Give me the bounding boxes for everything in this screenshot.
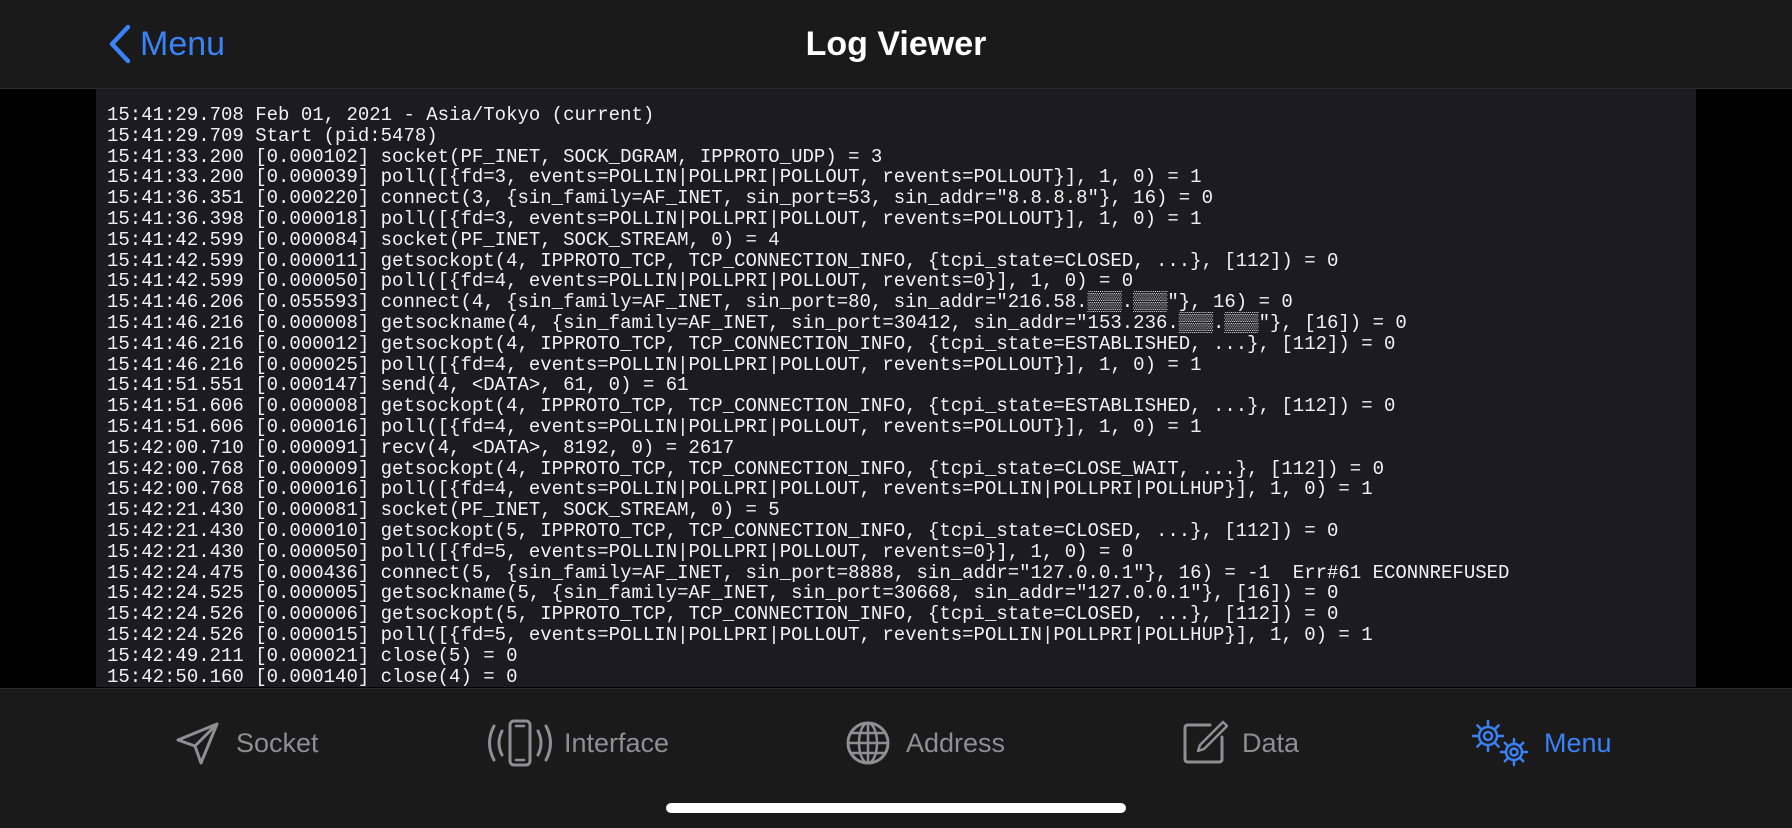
log-line: 15:41:29.708 Feb 01, 2021 - Asia/Tokyo (… — [107, 104, 655, 126]
tab-label: Data — [1242, 727, 1300, 758]
log-line: 15:42:49.211 [0.000021] close(5) = 0 — [107, 644, 518, 667]
back-button[interactable]: Menu — [108, 18, 225, 70]
log-line: 15:42:24.526 [0.000006] getsockopt(5, IP… — [107, 603, 1339, 626]
app-window: Menu Log Viewer 15:41:29.708 Feb 01, 202… — [0, 0, 1792, 828]
log-line: 15:42:00.768 [0.000009] getsockopt(4, IP… — [107, 457, 1385, 480]
globe-icon — [846, 721, 890, 765]
home-indicator[interactable] — [666, 803, 1126, 813]
log-line: 15:41:51.606 [0.000016] poll([{fd=4, eve… — [107, 415, 1202, 438]
log-line: 15:41:33.200 [0.000039] poll([{fd=3, eve… — [107, 166, 1202, 189]
log-line: 15:42:24.475 [0.000436] connect(5, {sin_… — [107, 561, 1510, 584]
log-line: 15:41:42.599 [0.000050] poll([{fd=4, eve… — [107, 270, 1134, 293]
paper-plane-icon — [176, 722, 219, 765]
navigation-bar: Menu Log Viewer — [0, 0, 1792, 89]
tab-data[interactable]: Data — [1180, 717, 1299, 769]
gears-icon — [1471, 719, 1529, 767]
tab-label: Interface — [564, 727, 670, 758]
tab-interface[interactable]: Interface — [486, 717, 669, 769]
log-line: 15:41:46.216 [0.000008] getsockname(4, {… — [107, 311, 1407, 334]
log-line: 15:42:21.430 [0.000081] socket(PF_INET, … — [107, 499, 780, 522]
log-view[interactable]: 15:41:29.708 Feb 01, 2021 - Asia/Tokyo (… — [96, 89, 1696, 687]
tab-label: Socket — [236, 727, 319, 758]
tab-label: Menu — [1544, 727, 1612, 758]
tab-menu[interactable]: Menu — [1470, 717, 1612, 769]
log-line: 15:41:46.216 [0.000025] poll([{fd=4, eve… — [107, 353, 1202, 376]
log-line: 15:41:33.200 [0.000102] socket(PF_INET, … — [107, 145, 883, 168]
tab-socket[interactable]: Socket — [174, 717, 319, 769]
phone-signal-icon — [488, 719, 552, 767]
log-line: 15:42:21.430 [0.000010] getsockopt(5, IP… — [107, 519, 1339, 542]
log-line: 15:41:51.551 [0.000147] send(4, <DATA>, … — [107, 374, 689, 397]
log-line: 15:41:51.606 [0.000008] getsockopt(4, IP… — [107, 395, 1396, 418]
tab-label: Address — [906, 727, 1006, 758]
log-line: 15:42:24.526 [0.000015] poll([{fd=5, eve… — [107, 623, 1373, 646]
log-line: 15:41:29.709 Start (pid:5478) — [107, 124, 438, 147]
edit-icon — [1183, 720, 1228, 764]
log-line: 15:42:50.160 [0.000140] close(4) = 0 — [107, 665, 518, 687]
log-text: 15:41:29.708 Feb 01, 2021 - Asia/Tokyo (… — [107, 105, 1509, 687]
log-line: 15:41:46.216 [0.000012] getsockopt(4, IP… — [107, 332, 1396, 355]
log-line: 15:41:36.351 [0.000220] connect(3, {sin_… — [107, 187, 1213, 210]
log-line: 15:42:00.710 [0.000091] recv(4, <DATA>, … — [107, 436, 735, 459]
page-title: Log Viewer — [805, 25, 987, 63]
log-line: 15:42:24.525 [0.000005] getsockname(5, {… — [107, 582, 1339, 605]
log-line: 15:42:00.768 [0.000016] poll([{fd=4, eve… — [107, 478, 1373, 501]
log-line: 15:41:36.398 [0.000018] poll([{fd=3, eve… — [107, 207, 1202, 230]
log-line: 15:41:46.206 [0.055593] connect(4, {sin_… — [107, 291, 1293, 314]
log-line: 15:41:42.599 [0.000084] socket(PF_INET, … — [107, 228, 780, 251]
back-button-label: Menu — [140, 24, 226, 63]
log-line: 15:42:21.430 [0.000050] poll([{fd=5, eve… — [107, 540, 1134, 563]
chevron-left-icon — [109, 24, 131, 64]
tab-address[interactable]: Address — [844, 717, 1005, 769]
log-line: 15:41:42.599 [0.000011] getsockopt(4, IP… — [107, 249, 1339, 272]
